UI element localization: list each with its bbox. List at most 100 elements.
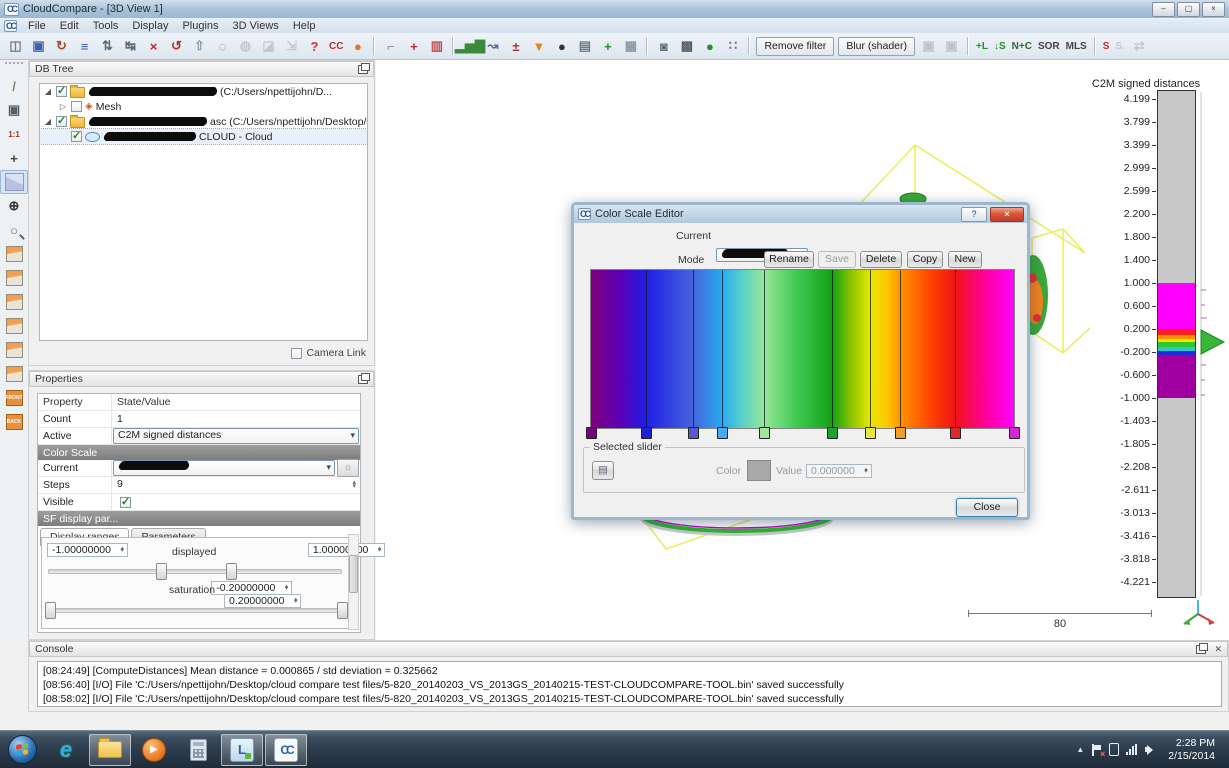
add-sf-icon[interactable]: +	[597, 36, 618, 57]
n-plus-c-icon[interactable]: N+C	[1010, 36, 1034, 57]
filter-funnel-icon[interactable]: ▼	[528, 36, 549, 57]
shield-up-icon[interactable]: ⇧	[189, 36, 210, 57]
dialog-title-bar[interactable]: CC Color Scale Editor ? ×	[574, 205, 1027, 223]
menu-tools[interactable]: Tools	[86, 20, 126, 32]
stack-icon[interactable]: ▤	[574, 36, 595, 57]
close-button[interactable]: ×	[1202, 2, 1225, 17]
tray-expand-icon[interactable]: ▲	[1076, 745, 1084, 754]
tree-row[interactable]: ▷◈Mesh	[40, 99, 367, 114]
histogram-icon[interactable]: ▂▅▇	[459, 36, 480, 57]
gradient-slider-handle[interactable]	[865, 427, 876, 439]
network-icon[interactable]	[1126, 744, 1138, 755]
start-button[interactable]	[1, 734, 43, 766]
view-iso-back-icon[interactable]: BACK	[0, 410, 28, 434]
close-console-icon[interactable]: ✕	[1214, 646, 1222, 653]
slider-color-swatch[interactable]	[747, 460, 771, 481]
saturation-range-slider-handle[interactable]	[337, 602, 348, 619]
steps-spinner[interactable]: 9	[113, 478, 359, 492]
remove-filter-button[interactable]: Remove filter	[756, 37, 834, 56]
expander-icon[interactable]: ◢	[43, 117, 53, 126]
dialog-close-button[interactable]: ×	[990, 207, 1024, 222]
view-left-icon[interactable]	[0, 290, 28, 314]
view-top-icon[interactable]	[0, 242, 28, 266]
taskbar-cloudcompare[interactable]: CC	[265, 734, 307, 766]
properties-icon[interactable]: ≡	[74, 36, 95, 57]
float-panel-icon[interactable]	[358, 375, 368, 384]
gradient-slider-handle[interactable]	[717, 427, 728, 439]
open-icon[interactable]: ◫	[5, 36, 26, 57]
active-sf-dropdown[interactable]: C2M signed distances	[113, 428, 359, 444]
gradient-slider-handle[interactable]	[688, 427, 699, 439]
taskbar-media-player[interactable]: ▶	[133, 734, 175, 766]
clipping-box-icon[interactable]: ▥	[426, 36, 447, 57]
down-s-icon[interactable]: ↓S	[992, 36, 1008, 57]
curved-arrow-icon[interactable]: ↺	[166, 36, 187, 57]
visibility-checkbox[interactable]	[56, 86, 67, 97]
menu-file[interactable]: File	[21, 20, 53, 32]
view-right-icon[interactable]	[0, 338, 28, 362]
tree-row[interactable]: ◢(C:/Users/npettijohn/D...	[40, 84, 367, 99]
curve-s-icon[interactable]: S	[1101, 36, 1112, 57]
gradient-slider-handle[interactable]	[827, 427, 838, 439]
rename-button[interactable]: Rename	[764, 251, 814, 268]
view-bottom-icon[interactable]	[0, 362, 28, 386]
displayed-min-spinner[interactable]: -1.00000000	[47, 543, 128, 557]
dialog-help-button[interactable]: ?	[961, 207, 987, 222]
taskbar-calculator[interactable]	[177, 734, 219, 766]
mls-icon[interactable]: MLS	[1064, 36, 1089, 57]
console-log[interactable]: [08:24:49] [ComputeDistances] Mean dista…	[37, 661, 1222, 707]
saturation-min-spinner[interactable]: -0.20000000	[211, 581, 292, 595]
zoom-fit-icon[interactable]: +	[0, 146, 28, 170]
compute-distances-icon[interactable]: ?	[304, 36, 325, 57]
pick-rotation-center-icon[interactable]: /	[0, 74, 28, 98]
menu-help[interactable]: Help	[286, 20, 323, 32]
expander-icon[interactable]: ▷	[58, 102, 68, 111]
calculator-icon[interactable]: ▦	[620, 36, 641, 57]
clock[interactable]: 2:28 PM 2/15/2014	[1164, 737, 1223, 763]
sor-icon[interactable]: SOR	[1036, 36, 1062, 57]
minimize-button[interactable]: –	[1152, 2, 1175, 17]
action-center-icon[interactable]: ×	[1091, 744, 1102, 756]
blur-shader-button[interactable]: Blur (shader)	[838, 37, 915, 56]
scatter-icon[interactable]: ∷	[722, 36, 743, 57]
toolbar-drag-handle[interactable]	[5, 62, 23, 70]
new-button[interactable]: New	[948, 251, 982, 268]
visibility-checkbox[interactable]	[71, 101, 82, 112]
render-pattern-icon[interactable]: ▩	[676, 36, 697, 57]
blob-icon[interactable]: ●	[347, 36, 368, 57]
menu-display[interactable]: Display	[125, 20, 175, 32]
view-front-icon[interactable]	[0, 266, 28, 290]
zoom-icon[interactable]: ○	[0, 218, 28, 242]
gradient-slider-handle[interactable]	[950, 427, 961, 439]
plus-l-icon[interactable]: +L	[974, 36, 990, 57]
cc-statistics-icon[interactable]: CC	[327, 36, 345, 57]
interactive-transform-icon[interactable]: +	[403, 36, 424, 57]
visible-checkbox[interactable]	[120, 497, 131, 508]
level-icon[interactable]: ⌐	[380, 36, 401, 57]
displayed-range-slider[interactable]	[48, 569, 342, 574]
taskbar-windows-explorer[interactable]	[89, 734, 131, 766]
gradient-slider-handle[interactable]	[759, 427, 770, 439]
view-iso-front-icon[interactable]: FRONT	[0, 386, 28, 410]
saturation-range-slider-handle[interactable]	[45, 602, 56, 619]
gradient-slider-handle[interactable]	[895, 427, 906, 439]
camera-link-checkbox[interactable]	[291, 348, 302, 359]
pan-icon[interactable]: ⊕	[0, 194, 28, 218]
menu-plugins[interactable]: Plugins	[175, 20, 225, 32]
minmax-icon[interactable]: ±	[505, 36, 526, 57]
close-dialog-button[interactable]: Close	[956, 498, 1018, 517]
properties-scrollbar[interactable]	[348, 534, 359, 630]
sphere-points-icon[interactable]: ◌	[212, 36, 233, 57]
menu-3d-views[interactable]: 3D Views	[226, 20, 286, 32]
apply-transformation-icon[interactable]: ↻	[51, 36, 72, 57]
displayed-range-slider-handle[interactable]	[156, 563, 167, 580]
gradient-slider-handle[interactable]	[1009, 427, 1020, 439]
camera-icon[interactable]: ▣	[0, 98, 28, 122]
edit-scale-gear-button[interactable]: ☼	[337, 459, 359, 477]
displayed-range-slider-handle[interactable]	[226, 563, 237, 580]
clone-icon[interactable]: ↹	[120, 36, 141, 57]
displayed-max-spinner[interactable]: 1.00000000	[308, 543, 385, 557]
saturation-max-spinner[interactable]: 0.20000000	[224, 594, 301, 608]
saturation-range-slider[interactable]	[48, 608, 342, 613]
tree-row[interactable]: ◢asc (C:/Users/npettijohn/Desktop/cloud …	[40, 114, 367, 129]
